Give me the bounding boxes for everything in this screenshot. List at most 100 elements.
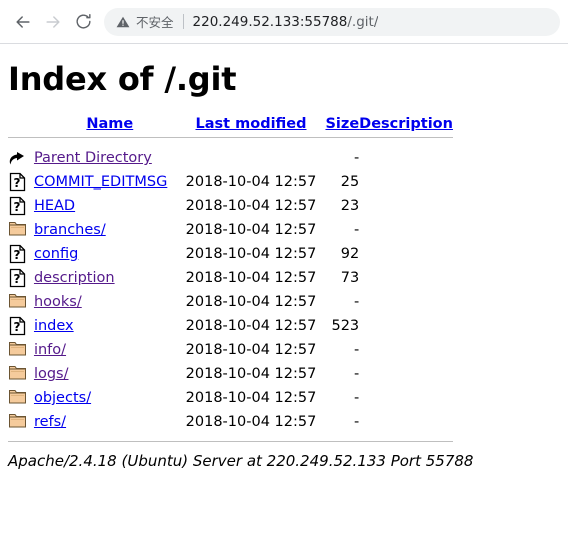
row-name-cell: logs/ xyxy=(34,362,186,386)
address-bar-url: 220.249.52.133:55788/.git/ xyxy=(193,14,379,30)
unknown-file-icon: ? xyxy=(8,171,28,193)
row-size: - xyxy=(353,150,360,166)
security-status-text: 不安全 xyxy=(136,15,174,30)
folder-icon xyxy=(8,411,28,433)
entry-link[interactable]: refs/ xyxy=(34,414,66,430)
row-last-modified: 2018-10-04 12:57 xyxy=(185,366,317,382)
header-divider xyxy=(8,137,453,138)
row-icon-cell xyxy=(8,410,34,434)
entry-link[interactable]: info/ xyxy=(34,342,66,358)
back-button[interactable] xyxy=(8,7,38,37)
row-name-cell: index xyxy=(34,314,186,338)
entry-link[interactable]: logs/ xyxy=(34,366,69,382)
row-description xyxy=(359,338,453,362)
row-name-cell: HEAD xyxy=(34,194,186,218)
sort-by-name-link[interactable]: Name xyxy=(86,116,133,132)
entry-link[interactable]: hooks/ xyxy=(34,294,82,310)
sort-by-date-link[interactable]: Last modified xyxy=(195,116,306,132)
row-icon-cell: ? xyxy=(8,170,34,194)
row-name-cell: hooks/ xyxy=(34,290,186,314)
table-row: hooks/2018-10-04 12:57 - xyxy=(8,290,453,314)
header-rule-row xyxy=(8,132,453,146)
table-row: branches/2018-10-04 12:57 - xyxy=(8,218,453,242)
row-icon-cell xyxy=(8,386,34,410)
row-name-cell: refs/ xyxy=(34,410,186,434)
header-name[interactable]: Name xyxy=(34,116,186,132)
directory-listing-page: Index of /.git Name Last modified Size D… xyxy=(0,60,568,470)
header-description[interactable]: Description xyxy=(359,116,453,132)
entry-link[interactable]: objects/ xyxy=(34,390,91,406)
not-secure-warning-icon xyxy=(116,15,130,29)
svg-text:?: ? xyxy=(14,272,21,286)
forward-button[interactable] xyxy=(38,7,68,37)
row-name-cell: Parent Directory xyxy=(34,146,186,170)
omnibox-divider xyxy=(182,14,184,29)
row-name-cell: COMMIT_EDITMSG xyxy=(34,170,186,194)
svg-text:?: ? xyxy=(14,200,21,214)
row-name-cell: branches/ xyxy=(34,218,186,242)
table-row: ? config 2018-10-04 12:57 92 xyxy=(8,242,453,266)
row-size: - xyxy=(353,366,360,382)
row-last-modified: 2018-10-04 12:57 xyxy=(185,342,317,358)
row-last-modified: 2018-10-04 12:57 xyxy=(185,414,317,430)
url-path: /.git/ xyxy=(347,13,379,30)
row-last-modified: 2018-10-04 12:57 xyxy=(185,270,317,286)
table-row: objects/2018-10-04 12:57 - xyxy=(8,386,453,410)
unknown-file-icon: ? xyxy=(8,267,28,289)
row-icon-cell: ? xyxy=(8,314,34,338)
row-description xyxy=(359,218,453,242)
svg-text:?: ? xyxy=(14,320,21,334)
row-description xyxy=(359,266,453,290)
row-name-cell: config xyxy=(34,242,186,266)
row-description xyxy=(359,146,453,170)
folder-icon xyxy=(8,363,28,385)
folder-icon xyxy=(8,387,28,409)
table-row: logs/2018-10-04 12:57 - xyxy=(8,362,453,386)
row-size: - xyxy=(353,342,360,358)
sort-by-size-link[interactable]: Size xyxy=(325,116,359,132)
row-size: 25 xyxy=(340,174,360,190)
entry-link[interactable]: branches/ xyxy=(34,222,106,238)
row-icon-cell xyxy=(8,290,34,314)
table-row: ? description 2018-10-04 12:57 73 xyxy=(8,266,453,290)
row-last-modified: 2018-10-04 12:57 xyxy=(185,222,317,238)
entry-link[interactable]: Parent Directory xyxy=(34,150,152,166)
address-bar[interactable]: 不安全 220.249.52.133:55788/.git/ xyxy=(104,7,560,36)
table-row: Parent Directory - xyxy=(8,146,453,170)
entry-link[interactable]: description xyxy=(34,270,115,286)
row-description xyxy=(359,242,453,266)
row-size: 73 xyxy=(340,270,360,286)
row-name-cell: info/ xyxy=(34,338,186,362)
row-description xyxy=(359,194,453,218)
server-signature: Apache/2.4.18 (Ubuntu) Server at 220.249… xyxy=(8,452,474,470)
folder-icon xyxy=(8,219,28,241)
header-icon-cell xyxy=(8,116,34,132)
row-last-modified: 2018-10-04 12:57 xyxy=(185,390,317,406)
row-size: - xyxy=(353,222,360,238)
directory-table: Name Last modified Size Description Pare… xyxy=(8,116,453,452)
header-size[interactable]: Size xyxy=(316,116,359,132)
entry-link[interactable]: index xyxy=(34,318,74,334)
row-icon-cell xyxy=(8,338,34,362)
row-name-cell: objects/ xyxy=(34,386,186,410)
reload-button[interactable] xyxy=(68,7,98,37)
row-last-modified: 2018-10-04 12:57 xyxy=(185,318,317,334)
header-last-modified[interactable]: Last modified xyxy=(186,116,317,132)
entry-link[interactable]: config xyxy=(34,246,78,262)
row-icon-cell xyxy=(8,218,34,242)
table-row: ? COMMIT_EDITMSG 2018-10-04 12:57 25 xyxy=(8,170,453,194)
row-size: 92 xyxy=(340,246,360,262)
svg-text:?: ? xyxy=(14,248,21,262)
footer-divider xyxy=(8,441,453,442)
row-size: - xyxy=(353,414,360,430)
entry-link[interactable]: HEAD xyxy=(34,198,75,214)
entry-link[interactable]: COMMIT_EDITMSG xyxy=(34,174,167,190)
row-description xyxy=(359,290,453,314)
row-icon-cell xyxy=(8,362,34,386)
svg-text:?: ? xyxy=(14,176,21,190)
sort-by-description-link[interactable]: Description xyxy=(359,116,453,132)
row-size: - xyxy=(353,390,360,406)
table-row: info/2018-10-04 12:57 - xyxy=(8,338,453,362)
row-description xyxy=(359,386,453,410)
row-icon-cell: ? xyxy=(8,194,34,218)
